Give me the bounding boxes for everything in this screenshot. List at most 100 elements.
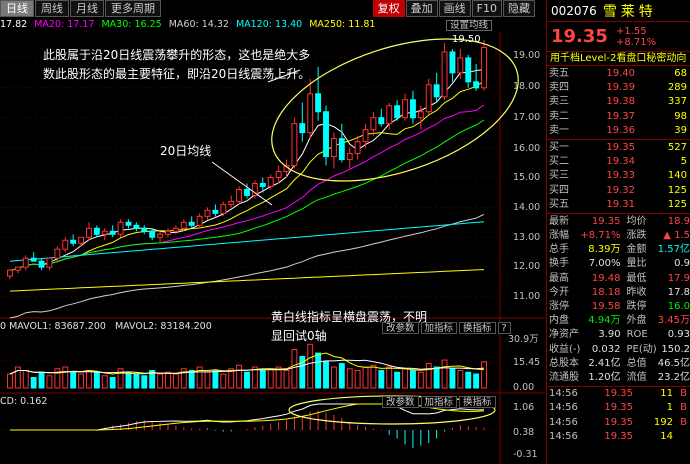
candle-body [378,117,385,125]
volume-bar [267,368,274,389]
candle-body [204,209,211,217]
tick-row: 14:56 19.35 192 B [547,416,690,430]
macd-edit-params-button[interactable]: 改参数 [382,396,419,408]
stat-value: 17.9 [667,272,690,284]
ma-settings-button[interactable]: 设置均线 [446,20,493,31]
macd-axis-label: -0.31 [513,449,538,460]
tab-weekly[interactable]: 周线 [35,0,69,17]
volume-bar [165,371,171,389]
bid-row: 买二 19.34 5 [547,155,690,169]
bid-label: 买四 [549,184,569,196]
candle-body [244,188,250,196]
bid-volume: 527 [667,141,687,153]
stat-key: 涨停 [549,301,569,312]
volume-bar [188,370,195,389]
volume-bar [441,359,448,389]
hide-button[interactable]: 隐藏 [503,0,535,17]
bid-label: 买五 [549,198,569,210]
bid-label: 买一 [549,141,569,153]
volume-bar [346,368,353,389]
stat-key: 总股本 [549,357,579,369]
stock-header: 002076 雪莱特 [547,0,690,22]
candle-body [346,153,353,161]
bid-row: 买五 19.31 125 [547,198,690,212]
ask-label: 卖四 [549,82,569,94]
candle-body [93,227,100,235]
stat-value: 3.90 [598,329,621,341]
volume-bar [78,373,85,389]
tick-list[interactable]: 14:56 19.35 11 B 14:56 19.35 1 B 14:56 19.35 192 B 1… [547,387,690,444]
stat-row: 最新 19.35 均价 18.9 [547,215,690,229]
candle-body [465,57,472,83]
stat-key: 金额 [626,244,647,256]
quote-panel: 002076 雪莱特 19.35 +1.55 +8.71% 用千档Level-2… [546,0,690,464]
ask-row: 卖一 19.36 39 [547,124,690,138]
stat-value: 0.9 [674,258,690,270]
stat-value: 19.35 [591,215,621,227]
ask-volume: 289 [667,82,687,94]
volume-edit-params-button[interactable]: 改参数 [382,322,419,334]
candle-body [22,257,29,268]
tab-daily[interactable]: 日线 [0,0,34,17]
f10-button[interactable]: F10 [471,0,502,17]
ask-volume: 98 [674,110,687,122]
mavol1-value: MAVOL1: 83687.200 [9,321,106,332]
stat-key: 昨收 [626,286,647,298]
adjust-button[interactable]: 复权 [372,0,405,17]
price-axis-label: 17.00 [513,112,541,123]
volume-add-indicator-button[interactable]: 加指标 [420,322,458,334]
candle-body [220,203,227,214]
stat-value: 0.032 [591,343,621,355]
stat-key: 换手 [549,258,569,270]
candle-body [7,269,13,277]
overlay-button[interactable]: 叠加 [405,0,438,17]
volume-bar [465,371,472,389]
volume-bar [307,343,314,389]
ask-price: 19.40 [606,68,635,79]
draw-line-button[interactable]: 画线 [438,0,471,17]
volume-bar [70,371,77,389]
kline-chart-area[interactable]: 日线 周线 月线 更多周期 复权 叠加 画线 F10 隐藏 17.82 MA20… [0,0,545,464]
volume-bar [425,363,432,389]
ma250-value: MA250: 11.81 [309,19,376,30]
candle-body [362,129,369,143]
bid-label: 买三 [549,170,569,182]
main-annotation-line2: 数此股形态的最主要特征，即沿20日线震荡上升。 [43,67,311,81]
candle-body [307,93,314,134]
tick-price: 19.35 [604,430,633,442]
stat-value: 8.39万 [588,244,621,256]
period-toolbar: 日线 周线 月线 更多周期 [0,0,162,17]
stat-key: 涨跌 [626,230,647,242]
volume-bar [362,366,369,389]
price-axis-label: 11.00 [513,291,541,302]
stat-row: 内盘 4.94万 外盘 3.45万 [547,314,690,328]
macd-add-indicator-button[interactable]: 加指标 [420,396,458,408]
volume-bar [449,368,456,389]
stat-key: 外盘 [626,315,647,327]
volume-switch-indicator-button[interactable]: 换指标 [459,322,496,334]
stat-row: 总股本 2.41亿 总值 46.5亿 [547,357,690,371]
tick-time: 14:56 [549,388,578,400]
level2-link[interactable]: 用千档Level-2看盘口秘密动向 [547,52,690,66]
volume-bar [236,364,243,389]
stat-key: 最低 [626,272,647,284]
stat-value: 7.00% [588,258,621,270]
candle-body [236,188,243,202]
volume-bar [433,366,440,389]
volume-bar [125,371,132,389]
ask-label: 卖一 [549,124,569,136]
tab-monthly[interactable]: 月线 [70,0,104,17]
candle-body [38,260,45,268]
stat-value: 18.9 [667,215,690,227]
tick-side [673,430,687,444]
stat-row: 流通股 1.20亿 流值 23.2亿 [547,371,690,385]
volume-bar [204,371,211,389]
macd-switch-indicator-button[interactable]: 换指标 [459,396,496,408]
tab-more-periods[interactable]: 更多周期 [105,0,161,17]
ask-row: 卖五 19.40 68 [547,67,690,81]
ask-row: 卖二 19.37 98 [547,110,690,124]
ask-label: 卖五 [549,68,569,79]
bid-row: 买三 19.33 140 [547,169,690,183]
volume-bar [402,368,408,389]
bid-price: 19.32 [606,184,635,196]
